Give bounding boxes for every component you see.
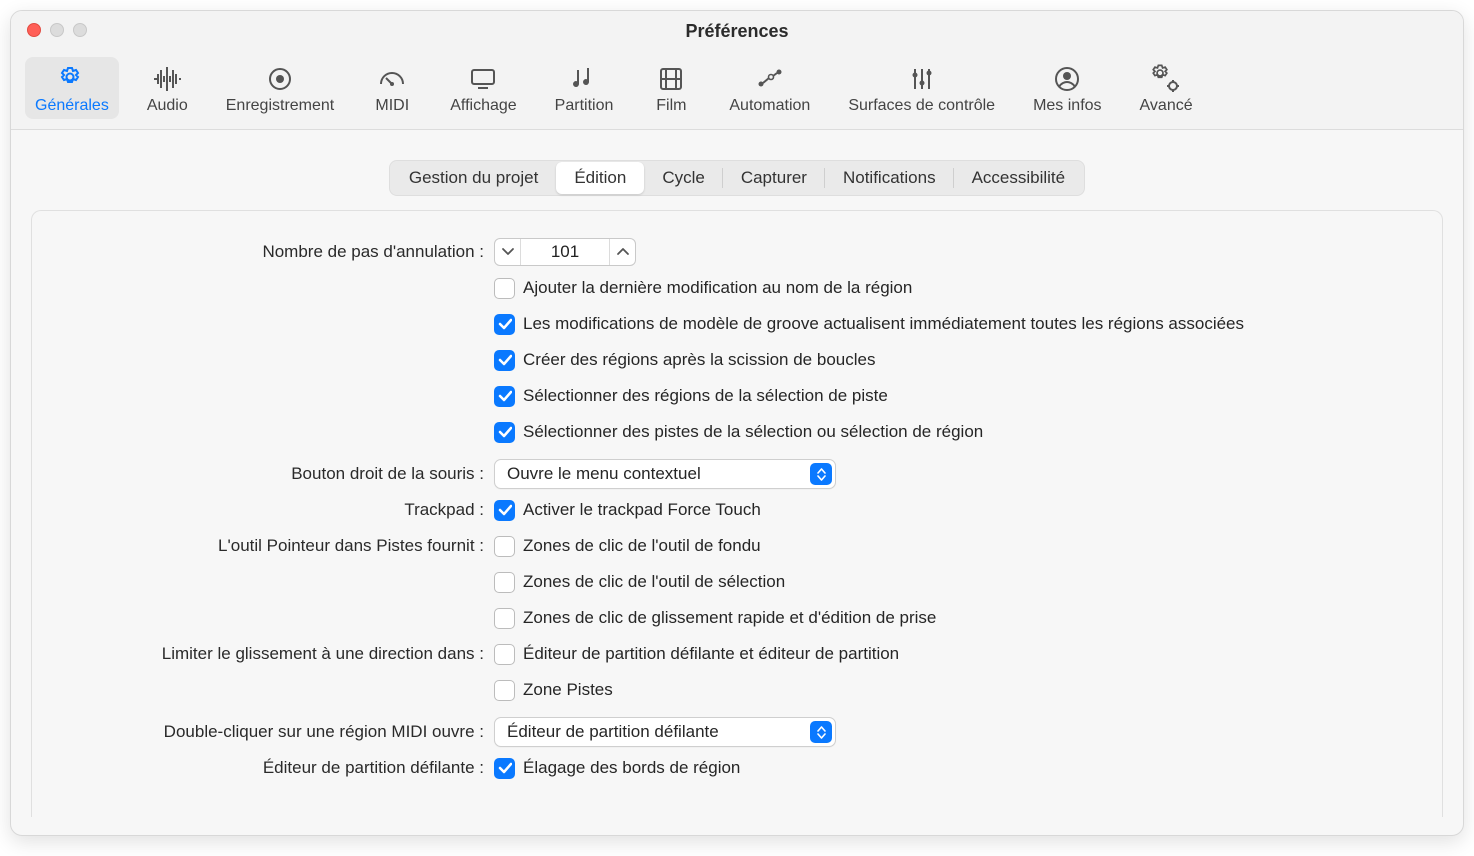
pointer-tool-label: L'outil Pointeur dans Pistes fournit : (52, 536, 494, 556)
gears-icon (1151, 63, 1181, 95)
select-arrows-icon (810, 463, 832, 485)
toolbar-label: Mes infos (1033, 97, 1101, 115)
subtab-edit[interactable]: Édition (556, 162, 644, 194)
subtab-capt[interactable]: Capturer (723, 162, 825, 194)
notes-icon (569, 63, 599, 95)
trackpad-label: Trackpad : (52, 500, 494, 520)
minimize-window-button[interactable] (50, 23, 64, 37)
subtab-cycle[interactable]: Cycle (644, 162, 723, 194)
toolbar-item-myinfo[interactable]: Mes infos (1023, 57, 1111, 119)
checkbox-region-border-trim[interactable] (494, 758, 515, 779)
checkbox-label: Créer des régions après la scission de b… (523, 350, 875, 370)
titlebar: Préférences (11, 11, 1463, 51)
toolbar-label: Avancé (1140, 97, 1193, 115)
checkbox-marquee-tool-click-zones[interactable] (494, 572, 515, 593)
film-icon (656, 63, 686, 95)
checkbox-select-tracks-on-region-select[interactable] (494, 422, 515, 443)
select-value: Éditeur de partition défilante (507, 722, 719, 742)
right-mouse-select[interactable]: Ouvre le menu contextuel (494, 459, 836, 489)
pianoroll-editor-label: Éditeur de partition défilante : (52, 758, 494, 778)
stepper-increment-button[interactable] (609, 239, 635, 265)
toolbar-label: Partition (555, 97, 614, 115)
window-title: Préférences (685, 21, 788, 42)
subtab-proj[interactable]: Gestion du projet (391, 162, 556, 194)
checkbox-create-regions-after-loop-split[interactable] (494, 350, 515, 371)
subtab-segmented-control: Gestion du projetÉditionCycleCapturerNot… (389, 160, 1085, 196)
checkbox-label: Sélectionner des pistes de la sélection … (523, 422, 983, 442)
toolbar-label: Automation (729, 97, 810, 115)
doubleclick-midi-label: Double-cliquer sur une région MIDI ouvre… (52, 722, 494, 742)
limit-drag-label: Limiter le glissement à une direction da… (52, 644, 494, 664)
select-arrows-icon (810, 721, 832, 743)
stepper-decrement-button[interactable] (495, 239, 521, 265)
toolbar-label: MIDI (375, 97, 409, 115)
toolbar-item-general[interactable]: Générales (25, 57, 119, 119)
toolbar-item-score[interactable]: Partition (545, 57, 624, 119)
toolbar-item-record[interactable]: Enregistrement (216, 57, 345, 119)
checkbox-label: Les modifications de modèle de groove ac… (523, 314, 1244, 334)
checkbox-limit-drag-pianoroll-score[interactable] (494, 644, 515, 665)
undo-steps-label: Nombre de pas d'annulation : (52, 242, 494, 262)
select-value: Ouvre le menu contextuel (507, 464, 701, 484)
checkbox-label: Ajouter la dernière modification au nom … (523, 278, 912, 298)
checkbox-quick-swipe-take-edit-zones[interactable] (494, 608, 515, 629)
checkbox-force-touch-trackpad[interactable] (494, 500, 515, 521)
undo-steps-stepper[interactable]: 101 (494, 238, 636, 266)
preferences-window: Préférences Générales Audio Enregistrement… (10, 10, 1464, 836)
checkbox-fade-tool-click-zones[interactable] (494, 536, 515, 557)
right-mouse-label: Bouton droit de la souris : (52, 464, 494, 484)
edition-panel: Nombre de pas d'annulation : 101 Ajouter… (31, 210, 1443, 817)
doubleclick-midi-select[interactable]: Éditeur de partition défilante (494, 717, 836, 747)
checkbox-label: Activer le trackpad Force Touch (523, 500, 761, 520)
toolbar-item-audio[interactable]: Audio (137, 57, 198, 119)
sliders-icon (907, 63, 937, 95)
checkbox-label: Élagage des bords de région (523, 758, 740, 778)
toolbar: Générales Audio Enregistrement MIDI Affichag… (11, 51, 1463, 130)
toolbar-label: Générales (35, 97, 109, 115)
toolbar-item-film[interactable]: Film (641, 57, 701, 119)
record-icon (265, 63, 295, 95)
checkbox-select-regions-on-track-select[interactable] (494, 386, 515, 407)
toolbar-label: Surfaces de contrôle (848, 97, 995, 115)
checkbox-groove-template-updates[interactable] (494, 314, 515, 335)
toolbar-label: Audio (147, 97, 188, 115)
checkbox-label: Éditeur de partition défilante et éditeu… (523, 644, 899, 664)
toolbar-item-surfaces[interactable]: Surfaces de contrôle (838, 57, 1005, 119)
gear-icon (57, 63, 87, 95)
monitor-icon (468, 63, 498, 95)
content-area: Gestion du projetÉditionCycleCapturerNot… (11, 130, 1463, 835)
toolbar-item-advanced[interactable]: Avancé (1130, 57, 1203, 119)
user-icon (1052, 63, 1082, 95)
zoom-window-button[interactable] (73, 23, 87, 37)
checkbox-label: Zones de clic de l'outil de sélection (523, 572, 785, 592)
toolbar-item-midi[interactable]: MIDI (362, 57, 422, 119)
gauge-icon (377, 63, 407, 95)
checkbox-label: Zones de clic de glissement rapide et d'… (523, 608, 936, 628)
wave-icon (152, 63, 182, 95)
toolbar-item-auto[interactable]: Automation (719, 57, 820, 119)
checkbox-label: Zones de clic de l'outil de fondu (523, 536, 761, 556)
toolbar-label: Film (656, 97, 686, 115)
close-window-button[interactable] (27, 23, 41, 37)
toolbar-label: Affichage (450, 97, 516, 115)
checkbox-label: Sélectionner des régions de la sélection… (523, 386, 888, 406)
checkbox-add-last-edit-to-region-name[interactable] (494, 278, 515, 299)
subtab-notif[interactable]: Notifications (825, 162, 954, 194)
toolbar-item-display[interactable]: Affichage (440, 57, 526, 119)
window-controls (27, 23, 87, 37)
undo-steps-value: 101 (521, 242, 609, 262)
curve-icon (755, 63, 785, 95)
subtab-access[interactable]: Accessibilité (954, 162, 1084, 194)
toolbar-label: Enregistrement (226, 97, 335, 115)
checkbox-label: Zone Pistes (523, 680, 613, 700)
checkbox-limit-drag-tracks-area[interactable] (494, 680, 515, 701)
